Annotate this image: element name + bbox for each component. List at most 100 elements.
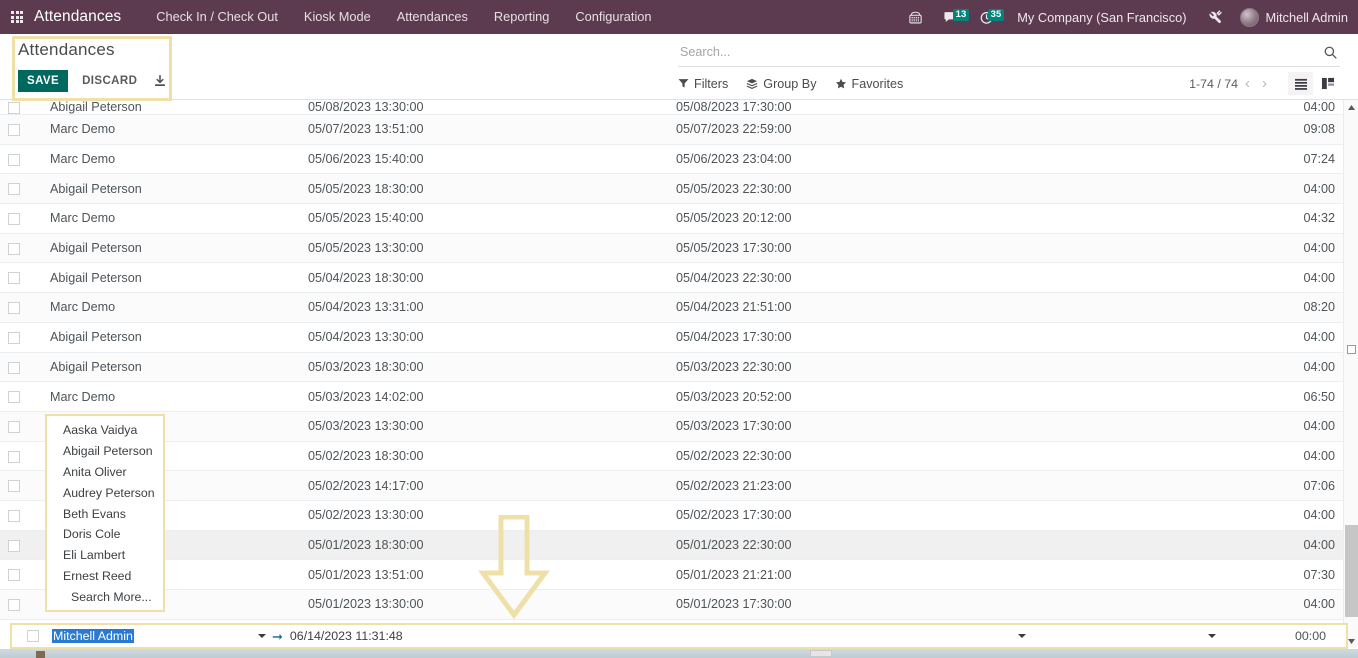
table-row[interactable]: 05/01/2023 18:30:00 05/01/2023 22:30:00 04… — [0, 530, 1343, 561]
table-row[interactable]: Marc Demo 05/05/2023 15:40:00 05/05/2023 2… — [0, 203, 1343, 234]
edit-row-employee-field[interactable]: Mitchell Admin — [44, 627, 272, 645]
cell-worked-hours[interactable]: 04:00 — [1228, 233, 1343, 264]
table-row[interactable]: 05/02/2023 14:17:00 05/02/2023 21:23:00 07… — [0, 470, 1343, 501]
row-select-checkbox[interactable] — [8, 101, 20, 114]
row-select-checkbox[interactable] — [8, 124, 20, 137]
row-select-checkbox[interactable] — [8, 153, 20, 166]
row-select-checkbox[interactable] — [8, 569, 20, 582]
cell-worked-hours[interactable]: 04:00 — [1228, 262, 1343, 294]
row-select-checkbox[interactable] — [8, 539, 20, 552]
table-row[interactable]: Abigail Peterson 05/04/2023 18:30:00 05/04… — [0, 262, 1343, 294]
cell-check-in[interactable]: 05/08/2023 13:30:00 — [300, 100, 668, 115]
cell-employee[interactable]: Marc Demo — [42, 144, 300, 175]
activities-clock-icon[interactable]: 35 — [970, 8, 1005, 25]
employee-option[interactable]: Audrey Peterson — [47, 482, 163, 503]
menu-kiosk-mode[interactable]: Kiosk Mode — [291, 0, 384, 34]
download-icon[interactable] — [153, 74, 167, 88]
employee-option[interactable]: Ernest Reed — [47, 565, 163, 586]
user-menu[interactable]: Mitchell Admin — [1236, 7, 1348, 27]
apps-menu-button[interactable] — [0, 10, 34, 24]
cell-worked-hours[interactable]: 04:00 — [1228, 530, 1343, 561]
menu-configuration[interactable]: Configuration — [562, 0, 664, 34]
scroll-up-icon[interactable] — [1344, 100, 1358, 114]
filters-dropdown[interactable]: Filters — [678, 77, 728, 91]
employee-search-more-option[interactable]: Search More... — [47, 586, 163, 607]
caret-down-icon[interactable] — [258, 634, 266, 638]
table-row[interactable]: 05/03/2023 13:30:00 05/03/2023 17:30:00 04… — [0, 411, 1343, 442]
cell-check-in[interactable]: 05/02/2023 13:30:00 — [300, 500, 668, 531]
row-select-checkbox[interactable] — [8, 272, 20, 285]
cell-employee[interactable]: Abigail Peterson — [42, 233, 300, 264]
cell-check-in[interactable]: 05/05/2023 13:30:00 — [300, 233, 668, 264]
cell-worked-hours[interactable]: 08:20 — [1228, 292, 1343, 323]
cell-check-in[interactable]: 05/04/2023 13:30:00 — [300, 322, 668, 353]
cell-check-in[interactable]: 05/01/2023 13:51:00 — [300, 559, 668, 590]
cell-check-out[interactable]: 05/06/2023 23:04:00 — [668, 144, 1228, 175]
discard-button[interactable]: DISCARD — [78, 70, 141, 92]
tools-wrench-icon[interactable] — [1199, 9, 1234, 25]
cell-check-out[interactable]: 05/08/2023 17:30:00 — [668, 100, 1228, 115]
pager-counter[interactable]: 1-74 / 74 — [1189, 77, 1238, 91]
table-row[interactable]: Marc Demo 05/06/2023 15:40:00 05/06/2023 2… — [0, 144, 1343, 175]
cell-check-in[interactable]: 05/03/2023 13:30:00 — [300, 411, 668, 442]
table-row[interactable]: 05/02/2023 18:30:00 05/02/2023 22:30:00 04… — [0, 441, 1343, 472]
cell-check-out[interactable]: 05/05/2023 17:30:00 — [668, 233, 1228, 264]
cell-worked-hours[interactable]: 09:08 — [1228, 114, 1343, 145]
cell-worked-hours[interactable]: 04:32 — [1228, 203, 1343, 234]
table-row[interactable]: Abigail Peterson 05/08/2023 13:30:00 05/08… — [0, 100, 1343, 115]
scrollbar-thumb[interactable] — [1345, 525, 1358, 617]
cell-check-out[interactable]: 05/04/2023 17:30:00 — [668, 322, 1228, 353]
row-select-checkbox[interactable] — [8, 599, 20, 612]
cell-employee[interactable]: Abigail Peterson — [42, 352, 300, 383]
table-row[interactable]: Abigail Peterson 05/05/2023 18:30:00 05/05… — [0, 173, 1343, 205]
cell-employee[interactable]: Marc Demo — [42, 114, 300, 145]
check-in-input-value[interactable]: 06/14/2023 11:31:48 — [290, 629, 403, 643]
cell-check-out[interactable]: 05/05/2023 22:30:00 — [668, 173, 1228, 205]
cell-check-out[interactable]: 05/01/2023 21:21:00 — [668, 559, 1228, 590]
table-row[interactable]: Abigail Peterson 05/03/2023 18:30:00 05/03… — [0, 352, 1343, 383]
save-button[interactable]: SAVE — [18, 70, 69, 92]
cell-check-in[interactable]: 05/04/2023 18:30:00 — [300, 262, 668, 294]
row-select-checkbox[interactable] — [8, 391, 20, 404]
row-select-checkbox[interactable] — [8, 183, 20, 196]
cell-check-in[interactable]: 05/05/2023 18:30:00 — [300, 173, 668, 205]
groupby-dropdown[interactable]: Group By — [746, 77, 817, 91]
row-select-checkbox[interactable] — [27, 629, 39, 642]
menu-attendances[interactable]: Attendances — [384, 0, 481, 34]
search-input[interactable] — [680, 45, 1317, 59]
employee-option[interactable]: Abigail Peterson — [47, 441, 163, 462]
cell-worked-hours[interactable]: 04:00 — [1228, 441, 1343, 472]
list-view-icon[interactable] — [1288, 72, 1313, 95]
cell-check-in[interactable]: 05/01/2023 18:30:00 — [300, 530, 668, 561]
employee-option[interactable]: Doris Cole — [47, 524, 163, 545]
pager-previous-icon[interactable]: ‹ — [1240, 76, 1255, 91]
table-row[interactable]: Marc Demo 05/04/2023 13:31:00 05/04/2023 2… — [0, 292, 1343, 323]
table-row[interactable]: Abigail Peterson 05/05/2023 13:30:00 05/05… — [0, 233, 1343, 264]
table-row[interactable]: 05/01/2023 13:51:00 05/01/2023 21:21:00 07… — [0, 559, 1343, 590]
menu-reporting[interactable]: Reporting — [481, 0, 563, 34]
cell-worked-hours[interactable]: 04:00 — [1228, 589, 1343, 620]
cell-check-in[interactable]: 05/02/2023 14:17:00 — [300, 470, 668, 501]
check-out-caret-down-icon[interactable] — [1018, 634, 1026, 638]
table-row[interactable]: Marc Demo 05/07/2023 13:51:00 05/07/2023 2… — [0, 114, 1343, 145]
row-select-checkbox[interactable] — [8, 213, 20, 226]
row-select-checkbox[interactable] — [8, 331, 20, 344]
cell-employee[interactable]: Abigail Peterson — [42, 100, 300, 115]
employee-input-value[interactable]: Mitchell Admin — [52, 629, 134, 643]
cell-check-in[interactable]: 05/04/2023 13:31:00 — [300, 292, 668, 323]
cell-check-out[interactable]: 05/02/2023 22:30:00 — [668, 441, 1228, 472]
favorites-dropdown[interactable]: Favorites — [835, 77, 903, 91]
cell-employee[interactable]: Abigail Peterson — [42, 262, 300, 294]
row-select-checkbox[interactable] — [8, 302, 20, 315]
cell-worked-hours[interactable]: 04:00 — [1228, 500, 1343, 531]
cell-worked-hours[interactable]: 07:24 — [1228, 144, 1343, 175]
row-select-checkbox[interactable] — [8, 480, 20, 493]
cell-worked-hours[interactable]: 06:50 — [1228, 381, 1343, 412]
cell-worked-hours[interactable]: 07:06 — [1228, 470, 1343, 501]
cell-check-out[interactable]: 05/05/2023 20:12:00 — [668, 203, 1228, 234]
cell-check-in[interactable]: 05/05/2023 15:40:00 — [300, 203, 668, 234]
cell-check-in[interactable]: 05/07/2023 13:51:00 — [300, 114, 668, 145]
cell-check-out[interactable]: 05/04/2023 21:51:00 — [668, 292, 1228, 323]
app-brand-name[interactable]: Attendances — [34, 8, 121, 26]
cell-check-in[interactable]: 05/02/2023 18:30:00 — [300, 441, 668, 472]
